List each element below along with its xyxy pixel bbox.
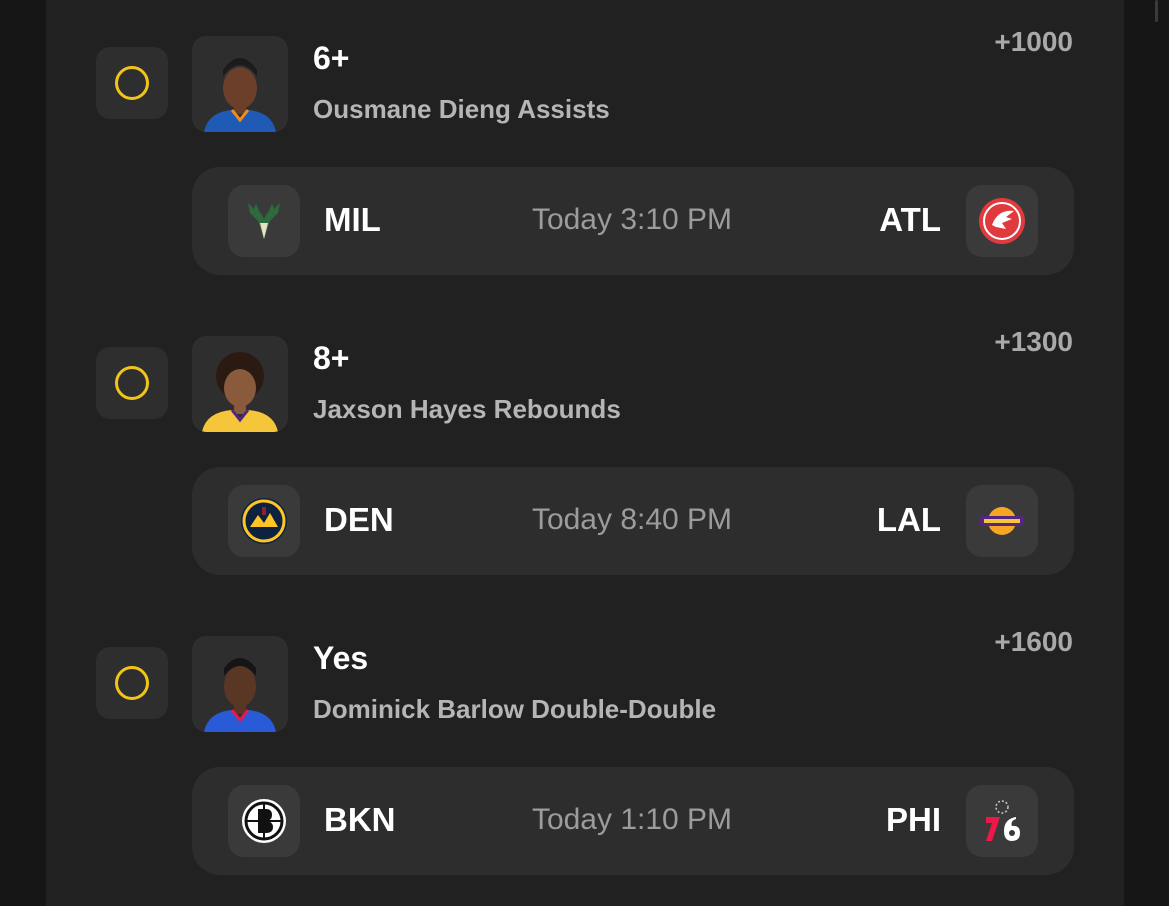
game-time: Today 3:10 PM bbox=[531, 203, 733, 236]
game-matchup[interactable]: MIL Today 3:10 PM ATL bbox=[192, 167, 1074, 275]
home-team: LAL bbox=[876, 501, 941, 538]
bet-description: Jaxson Hayes Rebounds bbox=[313, 394, 621, 424]
lakers-logo-icon bbox=[966, 485, 1038, 557]
away-team: MIL bbox=[324, 201, 381, 238]
home-team: ATL bbox=[879, 201, 941, 238]
bet-card: 8+ Jaxson Hayes Rebounds +1300 DEN Today… bbox=[46, 300, 1124, 600]
scrollbar-thumb[interactable] bbox=[1155, 0, 1158, 22]
bets-panel: 6+ Ousmane Dieng Assists +1000 MIL Today… bbox=[46, 0, 1124, 906]
game-matchup[interactable]: BKN Today 1:10 PM PHI bbox=[192, 767, 1074, 875]
game-time: Today 1:10 PM bbox=[531, 803, 733, 836]
unselected-circle-icon bbox=[115, 366, 149, 400]
bet-description: Dominick Barlow Double-Double bbox=[313, 694, 717, 724]
bet-line: 8+ bbox=[313, 340, 350, 376]
player-headshot bbox=[192, 36, 288, 132]
hawks-logo-icon bbox=[966, 185, 1038, 257]
bet-odds: +1300 bbox=[994, 326, 1073, 357]
unselected-circle-icon bbox=[115, 666, 149, 700]
bet-odds: +1600 bbox=[994, 626, 1073, 657]
game-matchup[interactable]: DEN Today 8:40 PM LAL bbox=[192, 467, 1074, 575]
bucks-logo-icon bbox=[228, 185, 300, 257]
away-team: BKN bbox=[324, 801, 396, 838]
bet-line: 6+ bbox=[313, 40, 350, 76]
bet-description: Ousmane Dieng Assists bbox=[313, 94, 610, 124]
bet-card: Yes Dominick Barlow Double-Double +1600 … bbox=[46, 600, 1124, 900]
player-headshot bbox=[192, 636, 288, 732]
game-time: Today 8:40 PM bbox=[531, 503, 733, 536]
nuggets-logo-icon bbox=[228, 485, 300, 557]
bet-card: 6+ Ousmane Dieng Assists +1000 MIL Today… bbox=[46, 0, 1124, 300]
select-bet-toggle[interactable] bbox=[96, 347, 168, 419]
home-team: PHI bbox=[885, 801, 941, 838]
76ers-logo-icon bbox=[966, 785, 1038, 857]
unselected-circle-icon bbox=[115, 66, 149, 100]
bet-line: Yes bbox=[313, 640, 369, 676]
nets-logo-icon bbox=[228, 785, 300, 857]
select-bet-toggle[interactable] bbox=[96, 647, 168, 719]
away-team: DEN bbox=[324, 501, 394, 538]
bet-odds: +1000 bbox=[994, 26, 1073, 57]
player-headshot bbox=[192, 336, 288, 432]
select-bet-toggle[interactable] bbox=[96, 47, 168, 119]
